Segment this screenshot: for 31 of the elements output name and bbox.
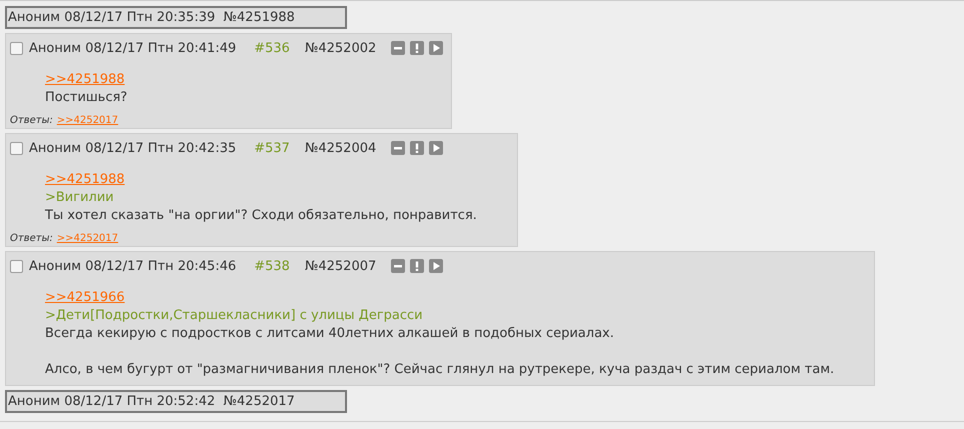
post-text: Алсо, в чем бугурт от "размагничивания пленок"? Сейчас глянул на рутрекере, куча раздач с этим сериалом там. (45, 361, 834, 379)
post-author-date: Аноним 08/12/17 Птн 20:41:49 (29, 40, 236, 56)
post-number-link[interactable]: №4252004 (304, 140, 376, 156)
quote-text: >Дети[Подростки,Старшекласники] с улицы Деграсси (45, 307, 424, 325)
post-number-link[interactable]: №4252007 (304, 258, 376, 274)
post-author-date: Аноним 08/12/17 Птн 20:42:35 (29, 140, 236, 156)
post-checkbox[interactable] (10, 260, 23, 272)
post-number-link[interactable]: №4252002 (304, 40, 376, 56)
post-ordinal: #537 (254, 140, 290, 156)
post-checkbox[interactable] (10, 142, 23, 154)
post-author-date: Аноним 08/12/17 Птн 20:45:46 (29, 258, 236, 274)
replies-label: Ответы: (10, 233, 53, 244)
collapsed-post-header[interactable]: Аноним 08/12/17 Птн 20:35:39 №4251988 (5, 6, 347, 29)
post-checkbox[interactable] (10, 42, 23, 54)
hide-icon[interactable] (391, 41, 406, 55)
replies-label: Ответы: (10, 115, 53, 126)
play-icon[interactable] (429, 259, 444, 273)
report-icon[interactable] (410, 141, 424, 155)
post-ordinal: #538 (254, 258, 290, 274)
report-icon[interactable] (410, 41, 424, 55)
report-icon[interactable] (410, 259, 424, 273)
post-text: Всегда кекирую с подростков с литсами 40летних алкашей в подобных сериалах. (45, 325, 615, 343)
play-icon[interactable] (429, 41, 444, 55)
hide-icon[interactable] (391, 259, 406, 273)
play-icon[interactable] (429, 141, 444, 155)
quote-text: >Вигилии (45, 189, 115, 207)
post-text: Ты хотел сказать "на оргии"? Сходи обязательно, понравится. (45, 207, 477, 225)
post-text: Постишься? (45, 89, 128, 107)
hide-icon[interactable] (391, 141, 406, 155)
post-ordinal: #536 (254, 40, 290, 56)
collapsed-post-header[interactable]: Аноним 08/12/17 Птн 20:52:42 №4252017 (5, 390, 347, 413)
